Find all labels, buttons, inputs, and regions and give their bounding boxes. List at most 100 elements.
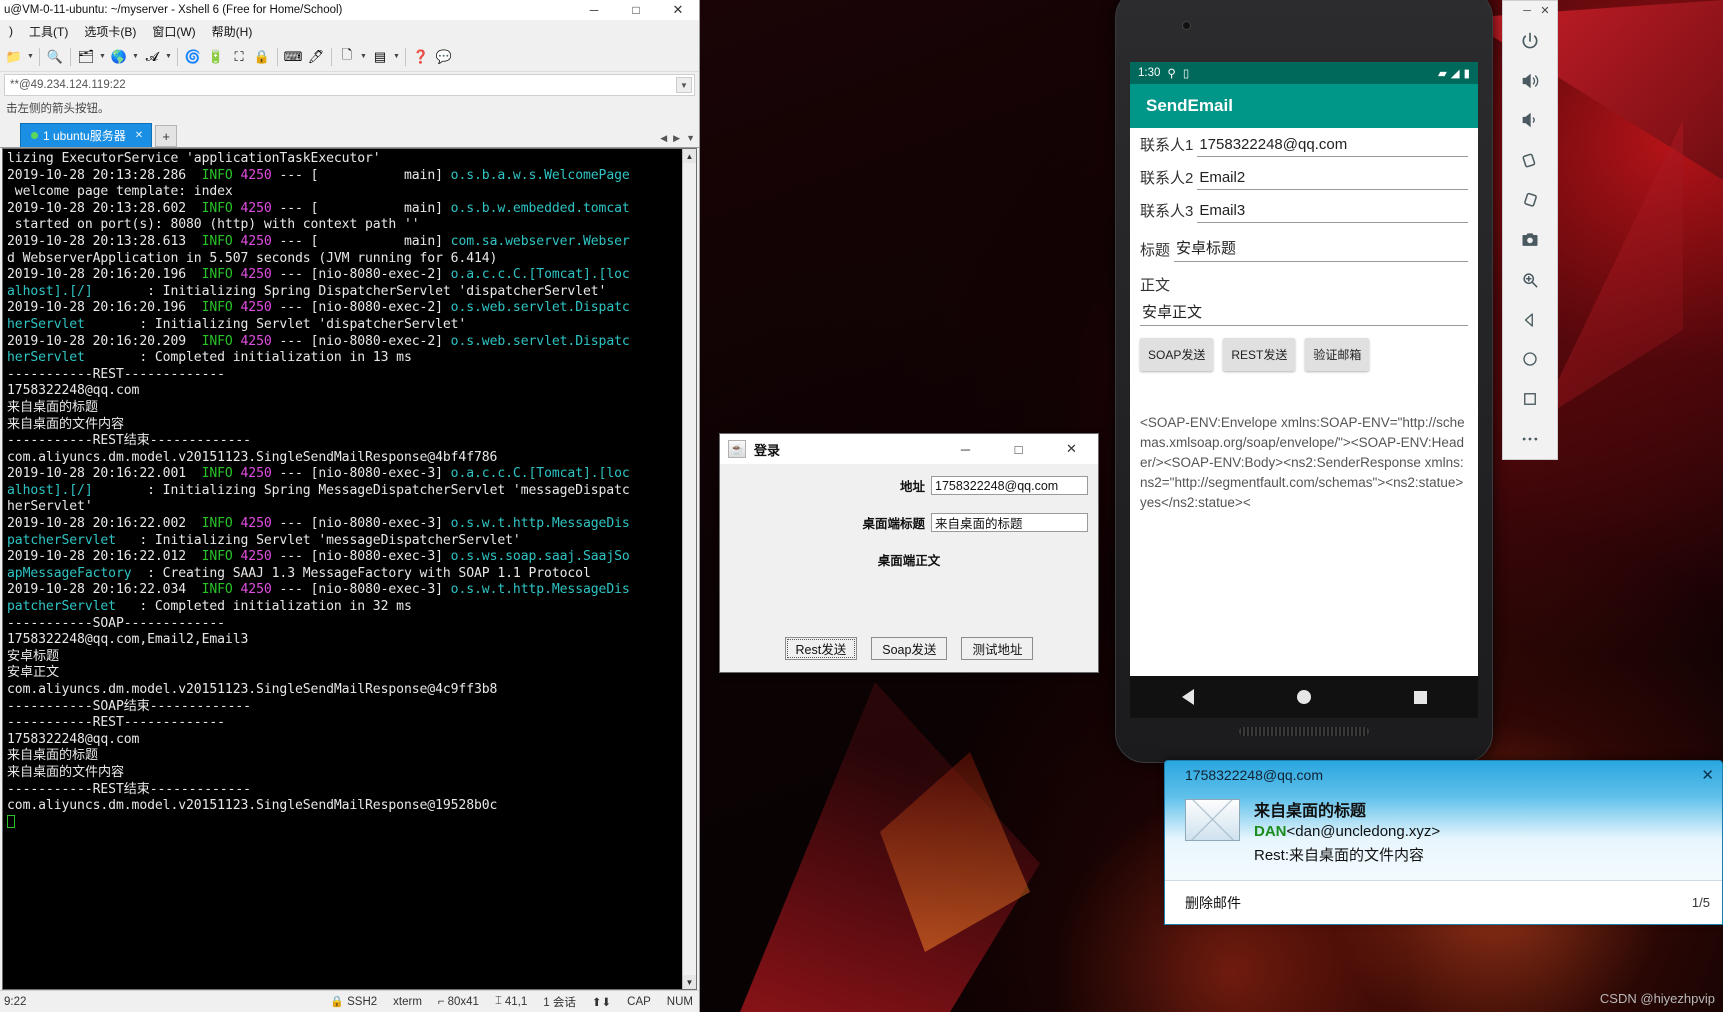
menu-item-help[interactable]: 帮助(H) [205,21,260,42]
volume-down-icon[interactable] [1512,101,1548,141]
android-status-bar: 1:30 ⚲ ▯ ▰ ◢ ▮ [1130,62,1478,84]
folder-icon[interactable]: 📁 [3,46,25,68]
contact1-input[interactable]: 1758322248@qq.com [1197,136,1468,157]
chevron-down-icon[interactable]: ▼ [164,53,173,60]
tab-menu-icon[interactable]: ▼ [686,133,695,144]
chevron-down-icon[interactable]: ▼ [131,53,140,60]
contact2-label: 联系人2 [1140,170,1194,187]
test-address-button[interactable]: 测试地址 [961,636,1034,660]
subject-input[interactable]: 来自桌面的标题 [931,513,1088,532]
new-tab-button[interactable]: + [155,125,178,147]
delete-mail-button[interactable]: 删除邮件 [1185,893,1241,913]
emulator-close-button[interactable]: ✕ [1537,3,1553,19]
fullscreen-icon[interactable]: ⛶ [228,46,250,68]
layout-icon[interactable]: ▤ [369,46,391,68]
subject-input[interactable]: 安卓标题 [1174,237,1468,262]
rest-send-button[interactable]: REST发送 [1223,338,1296,371]
chevron-down-icon[interactable]: ▼ [26,53,35,60]
help-icon[interactable]: ❓ [410,46,432,68]
rotate-left-icon[interactable] [1512,140,1548,180]
rest-send-button[interactable]: Rest发送 [784,636,858,660]
newfile-icon[interactable]: 🗋 [336,46,358,68]
transfer-icon[interactable]: 🗂 [75,46,97,68]
emulator-minimize-button[interactable]: ─ [1519,3,1535,19]
screenshot-icon[interactable] [1512,220,1548,260]
dialog-minimize-button[interactable]: ─ [939,434,992,464]
tunnel-icon[interactable]: 🔋 [205,46,227,68]
mail-icon [1185,799,1240,841]
android-nav-bar [1130,676,1478,718]
close-icon[interactable]: ✕ [1701,766,1714,784]
comment-icon[interactable]: 💬 [433,46,455,68]
front-camera-icon [1182,21,1191,30]
chevron-down-icon[interactable]: ▼ [676,77,692,93]
emulator-toolbar-window-controls: ─ ✕ [1503,1,1557,21]
scroll-down-icon[interactable]: ▼ [683,975,696,989]
toast-header: 1758322248@qq.com ✕ [1165,761,1722,789]
toast-subject[interactable]: 来自桌面的标题 [1254,797,1440,821]
size-label: 80x41 [447,995,479,1008]
ssh-icon[interactable]: 🌀 [182,46,204,68]
tab-prev-icon[interactable]: ◀ [660,133,667,144]
close-icon[interactable]: ✕ [135,130,143,141]
soap-send-button[interactable]: SOAP发送 [1140,338,1214,371]
tab-ubuntu-server[interactable]: 1 ubuntu服务器 ✕ [20,123,153,147]
close-button[interactable]: ✕ [657,0,699,20]
signal-icon: ◢ [1450,68,1460,80]
dialog-window-controls: ─ □ ✕ [939,434,1098,464]
dialog-titlebar: ☕ 登录 ─ □ ✕ [720,434,1098,464]
terminal-scrollbar[interactable]: ▲ ▼ [682,149,696,989]
maximize-button[interactable]: □ [615,0,657,20]
subject-row: 桌面端标题 来自桌面的标题 [730,513,1088,532]
toolbar: 📁 ▼ 🔍 🗂 ▼ 🌎 ▼ 𝓐 ▼ 🌀 🔋 ⛶ 🔒 ⌨ 🖊 🗋 ▼ ▤ ▼ ❓ … [0,42,699,72]
contact2-input[interactable]: Email2 [1197,169,1468,190]
search-icon[interactable]: 🔍 [44,46,66,68]
menu-item-tabs[interactable]: 选项卡(B) [77,21,143,42]
sdcard-icon: ▯ [1182,68,1190,80]
terminal-output[interactable]: lizing ExecutorService 'applicationTaskE… [3,149,682,989]
dialog-button-row: Rest发送 Soap发送 测试地址 [720,624,1098,672]
back-icon[interactable] [1512,300,1548,340]
address-label: 地址 [899,480,925,494]
minimize-button[interactable]: ─ [573,0,615,20]
globe-icon[interactable]: 🌎 [108,46,130,68]
chevron-down-icon[interactable]: ▼ [98,53,107,60]
home-icon[interactable] [1512,340,1548,380]
more-icon[interactable] [1512,419,1548,459]
overview-icon[interactable] [1512,379,1548,419]
menu-item-window[interactable]: 窗口(W) [145,21,202,42]
power-icon[interactable] [1512,21,1548,61]
home-icon[interactable] [1296,690,1311,704]
volume-up-icon[interactable] [1512,61,1548,101]
rotate-right-icon[interactable] [1512,180,1548,220]
status-time: 1:30 [1138,67,1161,79]
zoom-icon[interactable] [1512,260,1548,300]
toast-sender: DAN<dan@uncledong.xyz> [1254,823,1440,840]
soap-send-button[interactable]: Soap发送 [871,636,948,660]
contact1-label: 联系人1 [1140,137,1194,154]
dialog-close-button[interactable]: ✕ [1045,434,1098,464]
body-input[interactable]: 安卓正文 [1140,301,1468,326]
address-input[interactable]: 1758322248@qq.com [931,476,1088,495]
lock-icon[interactable]: 🔒 [251,46,273,68]
tab-next-icon[interactable]: ▶ [673,133,680,144]
verify-mailbox-button[interactable]: 验证邮箱 [1305,338,1370,371]
status-sessions: 1 会话 [543,996,576,1009]
scroll-thumb[interactable] [683,163,696,975]
font-icon[interactable]: 𝓐 [141,46,163,68]
divider [331,47,332,66]
scroll-up-icon[interactable]: ▲ [683,149,696,163]
contact3-input[interactable]: Email3 [1197,202,1468,223]
chevron-down-icon[interactable]: ▼ [392,53,401,60]
menu-item-partial[interactable]: ) [2,22,20,40]
send-button-row: SOAP发送 REST发送 验证邮箱 [1140,338,1468,371]
back-icon[interactable] [1181,689,1194,705]
keyboard-icon[interactable]: ⌨ [282,46,304,68]
dialog-maximize-button[interactable]: □ [992,434,1045,464]
dialog-title: 登录 [754,442,781,458]
address-bar[interactable]: **@49.234.124.119:22 ▼ [4,74,695,96]
recents-icon[interactable] [1413,690,1427,704]
menu-item-tools[interactable]: 工具(T) [22,21,75,42]
chevron-down-icon[interactable]: ▼ [359,53,368,60]
highlight-icon[interactable]: 🖊 [305,46,327,68]
